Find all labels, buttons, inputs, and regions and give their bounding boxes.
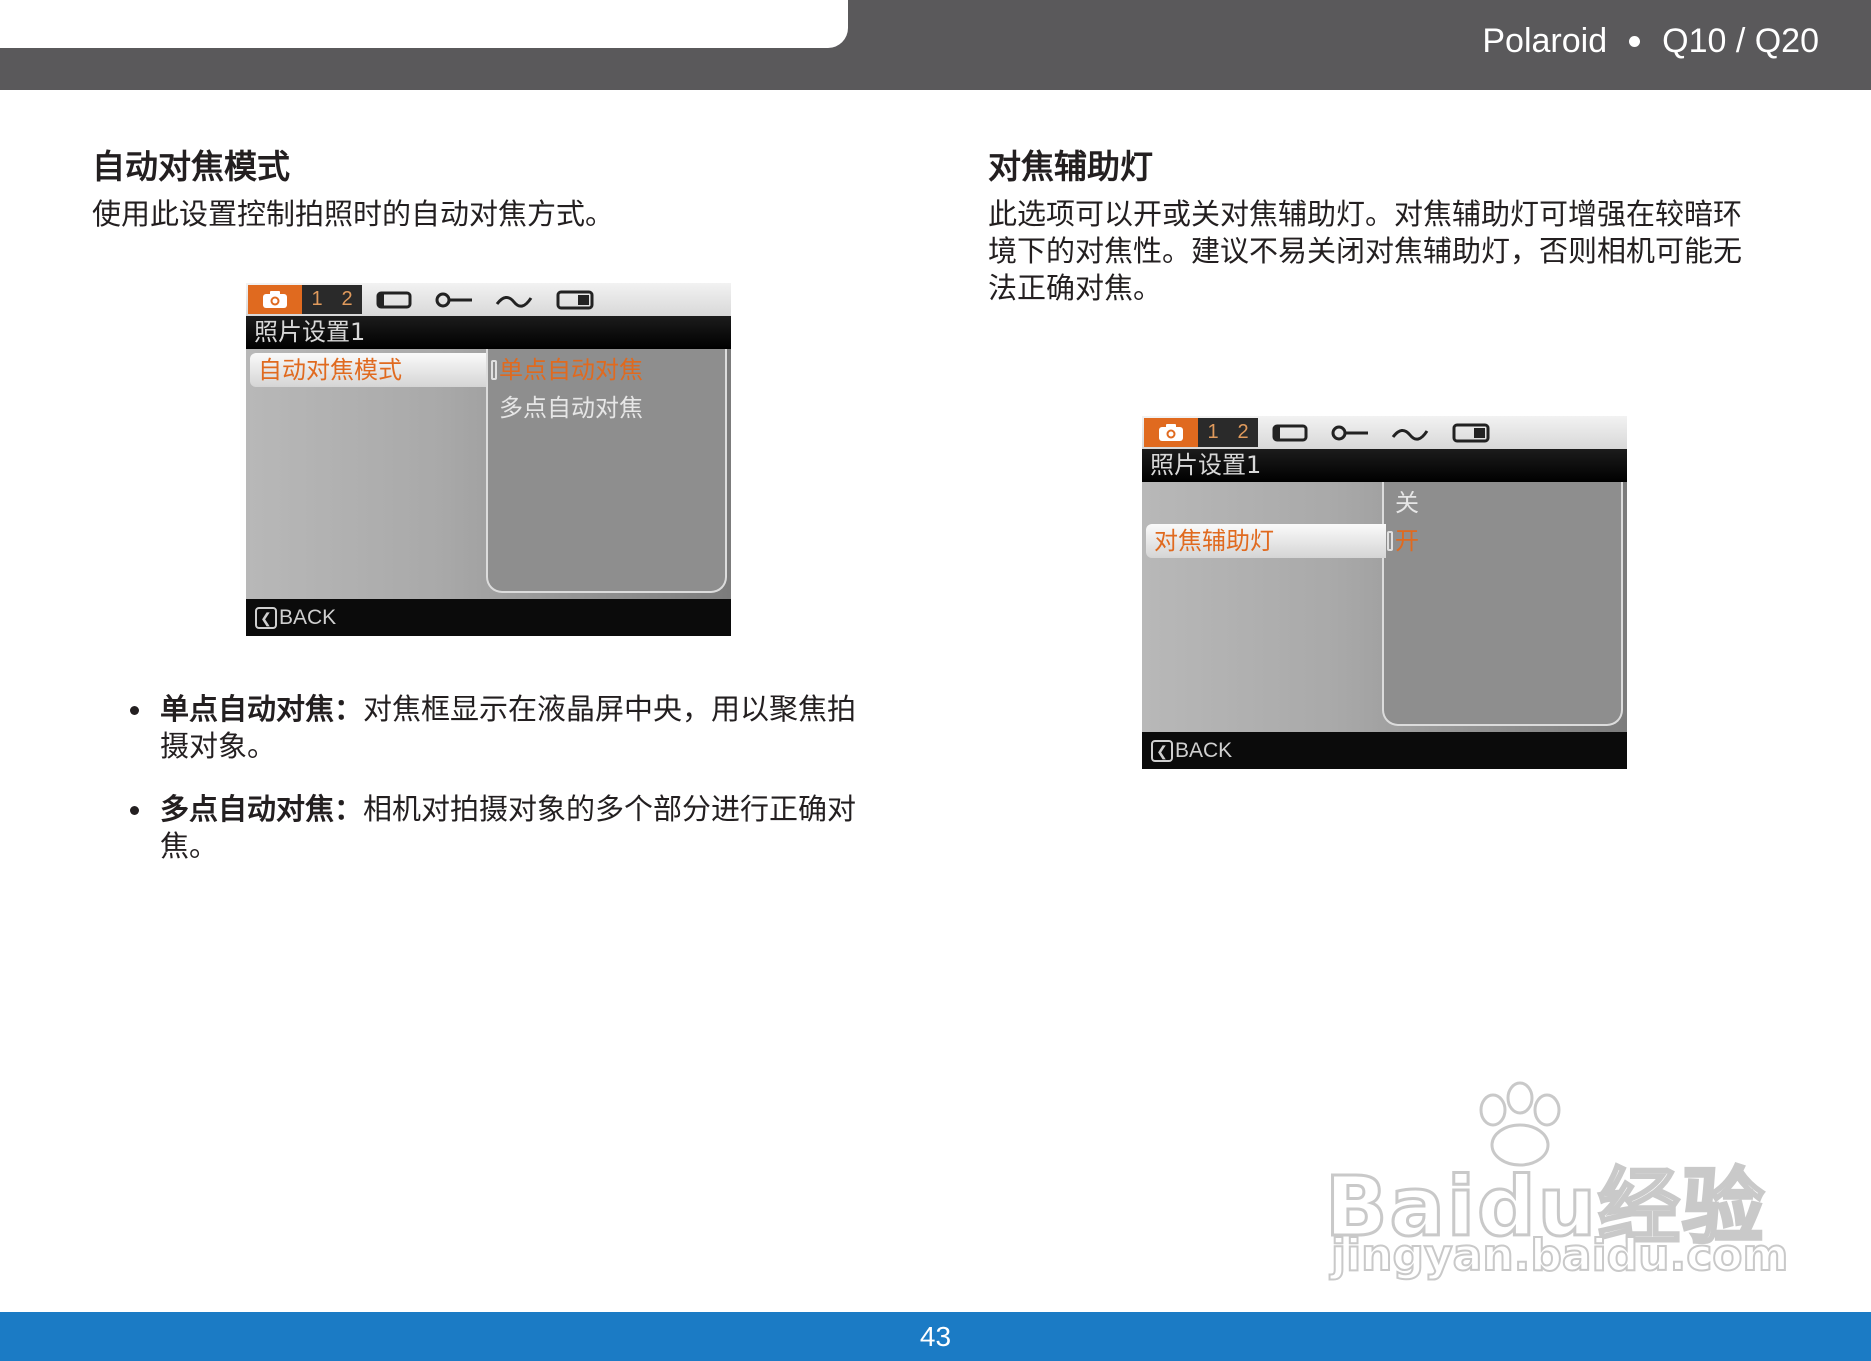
lcd-screen-af-assist: 1 2 照片设置1 关 对焦辅助灯 开 ❮ BACK (1142, 416, 1627, 769)
lcd-option-on: 开 (1395, 527, 1419, 555)
watermark-url: jingyan.baidu.com (1330, 1229, 1789, 1282)
lcd-selected-item: 对焦辅助灯 (1146, 524, 1386, 558)
lcd-menu-body: 关 对焦辅助灯 开 (1142, 482, 1627, 732)
camera-tab-icon (1144, 418, 1198, 447)
lcd-screen-af-mode: 1 2 照片设置1 自动对焦模式 单点自动对焦 多点自动对焦 ❮ BACK (246, 283, 731, 636)
lcd-back-bar: ❮ BACK (246, 599, 731, 636)
baidu-watermark: Baidu经验 jingyan.baidu.com (1323, 1080, 1789, 1290)
lcd-cursor-icon (491, 360, 497, 380)
lcd-tab-bar: 1 2 (246, 283, 731, 316)
lcd-menu-title: 照片设置1 (246, 316, 731, 349)
lcd-back-label: BACK (279, 605, 337, 629)
lcd-option-off: 关 (1395, 489, 1419, 517)
lcd-selected-item: 自动对焦模式 (250, 353, 490, 387)
header-white-tab (0, 0, 848, 48)
bullet-term: 单点自动对焦： (160, 692, 364, 726)
left-section-title: 自动对焦模式 (92, 147, 290, 186)
right-description: 此选项可以开或关对焦辅助灯。对焦辅助灯可增强在较暗环境下的对焦性。建议不易关闭对… (988, 197, 1743, 305)
wave-tab-icon (494, 289, 534, 311)
playback-tab-icon (1452, 422, 1490, 444)
lcd-option-multi-af: 多点自动对焦 (499, 394, 643, 422)
bullet-icon (130, 806, 139, 815)
wave-tab-icon (1390, 422, 1430, 444)
right-section-title: 对焦辅助灯 (988, 147, 1153, 186)
page-header: Polaroid Q10 / Q20 (0, 0, 1871, 90)
lcd-tab-numbers: 1 2 (302, 285, 362, 314)
brand-separator-dot (1629, 36, 1641, 47)
lcd-tab-numbers: 1 2 (1198, 418, 1258, 447)
wrench-tab-icon (434, 289, 474, 311)
video-tab-icon (1272, 422, 1308, 444)
lcd-back-label: BACK (1175, 738, 1233, 762)
page-number: 43 (919, 1320, 952, 1352)
video-tab-icon (376, 289, 412, 311)
playback-tab-icon (556, 289, 594, 311)
lcd-menu-title: 照片设置1 (1142, 449, 1627, 482)
af-mode-options-list: 单点自动对焦：对焦框显示在液晶屏中央，用以聚焦拍摄对象。 多点自动对焦：相机对拍… (130, 691, 870, 891)
back-arrow-icon: ❮ (1151, 739, 1173, 762)
lcd-tab-number-2: 2 (341, 288, 353, 310)
camera-tab-icon (248, 285, 302, 314)
wrench-tab-icon (1330, 422, 1370, 444)
lcd-back-bar: ❮ BACK (1142, 732, 1627, 769)
back-arrow-icon: ❮ (255, 606, 277, 629)
brand-name: Polaroid (1482, 22, 1608, 60)
lcd-option-single-af: 单点自动对焦 (499, 356, 643, 384)
brand-label: Polaroid Q10 / Q20 (1482, 22, 1819, 61)
list-item: 多点自动对焦：相机对拍摄对象的多个部分进行正确对焦。 (130, 791, 870, 865)
list-item: 单点自动对焦：对焦框显示在液晶屏中央，用以聚焦拍摄对象。 (130, 691, 870, 765)
lcd-tab-number-1: 1 (311, 288, 323, 310)
bullet-term: 多点自动对焦： (160, 792, 364, 826)
lcd-tab-number-2: 2 (1237, 421, 1249, 443)
left-description: 使用此设置控制拍照时的自动对焦方式。 (92, 197, 615, 231)
bullet-icon (130, 706, 139, 715)
page-footer: 43 (0, 1312, 1871, 1361)
lcd-cursor-icon (1387, 531, 1393, 551)
lcd-tab-number-1: 1 (1207, 421, 1219, 443)
lcd-menu-body: 自动对焦模式 单点自动对焦 多点自动对焦 (246, 349, 731, 599)
model-name: Q10 / Q20 (1662, 22, 1819, 60)
lcd-tab-bar: 1 2 (1142, 416, 1627, 449)
